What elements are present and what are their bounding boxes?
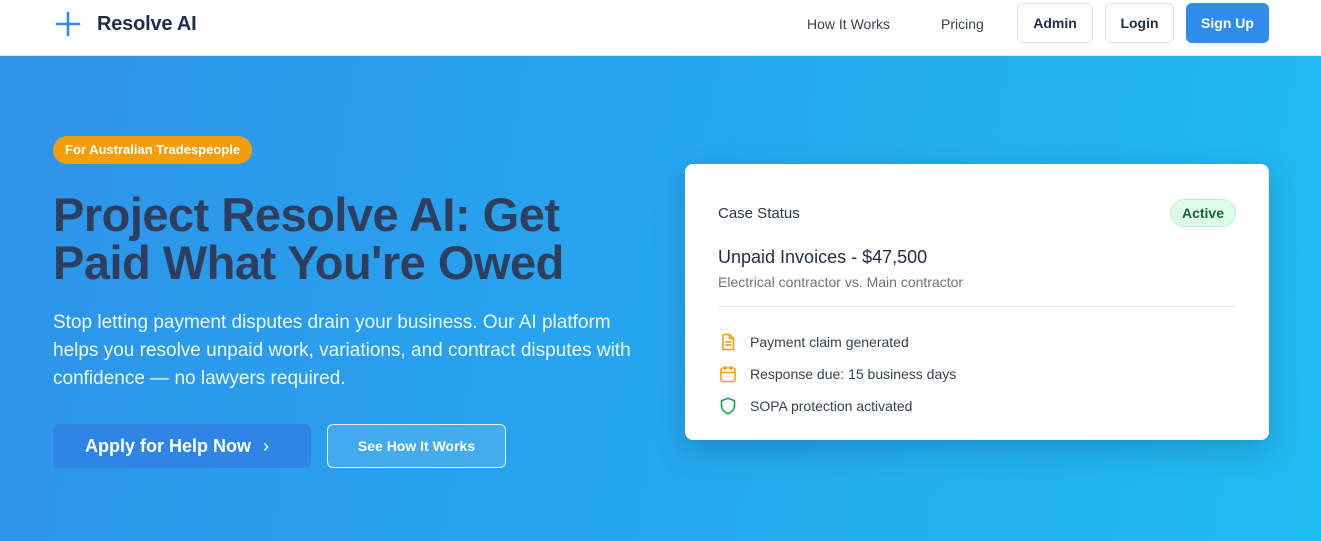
apply-for-help-button[interactable]: Apply for Help Now › [53, 424, 311, 468]
calendar-icon [720, 365, 736, 383]
case-item-label: Response due: 15 business days [750, 366, 957, 382]
case-item-response-due: Response due: 15 business days [718, 364, 956, 384]
see-how-it-works-button[interactable]: See How It Works [327, 424, 506, 468]
chevron-right-icon: › [263, 436, 269, 456]
login-button[interactable]: Login [1105, 3, 1174, 43]
signup-button[interactable]: Sign Up [1186, 3, 1269, 43]
card-title: Case Status [718, 205, 800, 222]
brand[interactable]: Resolve AI [55, 11, 197, 37]
status-badge: Active [1170, 199, 1236, 227]
card-divider [718, 306, 1236, 307]
case-item-label: Payment claim generated [750, 334, 909, 350]
brand-name: Resolve AI [97, 12, 197, 35]
case-subheading: Electrical contractor vs. Main contracto… [718, 274, 964, 290]
apply-for-help-label: Apply for Help Now [85, 436, 251, 456]
shield-icon [720, 397, 736, 415]
admin-button[interactable]: Admin [1017, 3, 1093, 43]
nav-link-how-it-works[interactable]: How It Works [807, 15, 890, 33]
hero-section: For Australian Tradespeople Project Reso… [0, 56, 1321, 541]
hero-subtext: Stop letting payment disputes drain your… [53, 312, 631, 389]
case-item-payment-claim: Payment claim generated [718, 332, 909, 352]
case-status-card: Case Status Active Unpaid Invoices - $47… [685, 164, 1269, 440]
audience-badge: For Australian Tradespeople [53, 136, 253, 164]
case-heading: Unpaid Invoices - $47,500 [718, 247, 928, 267]
document-icon [722, 333, 735, 351]
nav-link-pricing[interactable]: Pricing [941, 15, 984, 33]
top-navbar: Resolve AI How It Works Pricing Admin Lo… [0, 0, 1321, 56]
hero-headline: Project Resolve AI: Get Paid What You're… [53, 188, 564, 289]
plus-logo-icon [55, 11, 81, 37]
case-item-sopa: SOPA protection activated [718, 396, 912, 416]
case-item-label: SOPA protection activated [750, 398, 913, 414]
